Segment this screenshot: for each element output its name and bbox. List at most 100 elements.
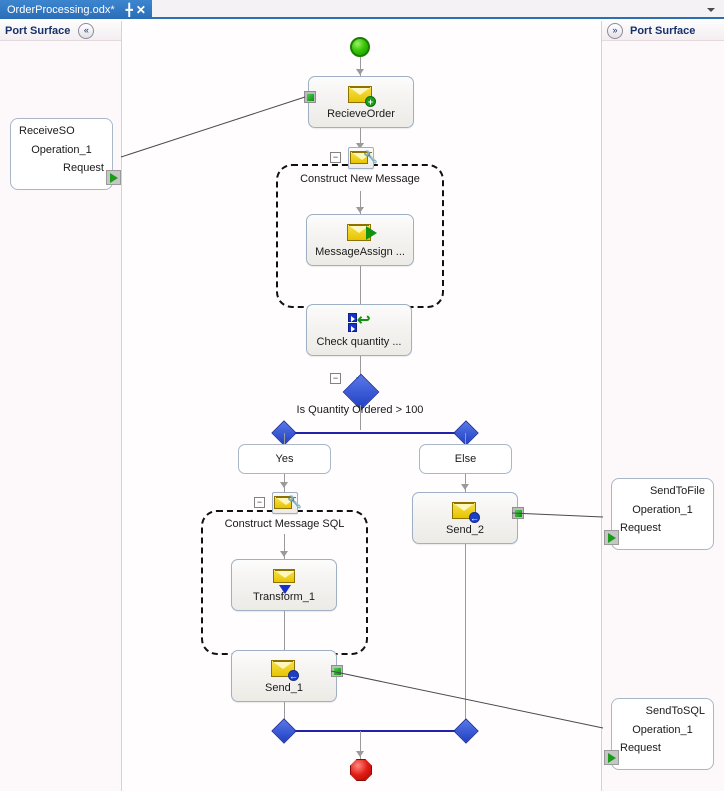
connector-arrow [461,484,469,490]
group-icon-construct-message-sql: 🔧 [272,492,302,514]
message-assignment-icon [347,223,377,243]
port-operation-send-to-file: Operation_1 [632,504,693,516]
port-name-receive-so: ReceiveSO [19,125,75,137]
port-shape-send-to-file[interactable]: SendToFile Operation_1 Request [611,478,714,550]
branch-bar [283,432,466,434]
chevron-down-glyph [707,8,715,12]
send-message-icon: ← [452,501,480,523]
port-arrow-glyph [607,532,616,543]
group-icon-construct-new-message: 🔧 [348,147,378,169]
shape-transform-1[interactable]: Transform_1 [231,559,337,611]
group-label-construct-message-sql: Construct Message SQL [224,518,345,530]
port-message-send-to-file: Request [620,522,661,534]
right-port-surface-panel: » Port Surface SendToFile Operation_1 Re… [601,21,724,791]
expand-right-panel-icon[interactable]: » [607,22,623,39]
branch-label-yes: Yes [275,453,294,465]
orchestration-canvas[interactable]: + RecieveOrder 🔧 − Construct New Message… [123,21,601,791]
receive-message-icon: + [348,85,376,107]
construct-message-icon: 🔧 [350,150,378,166]
expander-construct-message-sql[interactable]: − [254,497,265,508]
end-shape[interactable] [350,759,372,781]
port-arrow-glyph [607,752,616,763]
start-shape[interactable] [350,37,370,57]
right-panel-title: Port Surface [630,24,696,37]
shape-label: RecieveOrder [327,107,395,120]
shape-label: Check quantity ... [316,335,402,348]
port-connector-receive-order[interactable] [304,91,316,103]
tab-strip: OrderProcessing.odx* ╋ ✕ [0,0,724,19]
plus-badge-glyph: + [365,95,376,107]
port-connector-send-1[interactable] [331,665,343,677]
expander-construct-new-message[interactable]: − [330,152,341,163]
orchestration-designer-window: OrderProcessing.odx* ╋ ✕ Port Surface « … [0,0,724,791]
merge-diamond-left[interactable] [271,718,297,744]
branch-diamond-else[interactable] [453,420,479,446]
port-connector-send-2[interactable] [512,507,524,519]
merge-bar [283,730,466,732]
connector-arrow [280,551,288,557]
pin-icon[interactable]: ╋ [126,4,133,16]
wrench-glyph: 🔧 [287,495,302,509]
port-dot [514,509,522,517]
left-panel-body: ReceiveSO Operation_1 Request [0,41,121,791]
merge-diamond-right[interactable] [453,718,479,744]
port-connector-send-to-file[interactable] [604,530,619,545]
left-port-surface-panel: Port Surface « ReceiveSO Operation_1 Req… [0,21,122,791]
connector-arrow [280,482,288,488]
transform-icon [271,568,297,594]
right-panel-body: SendToFile Operation_1 Request SendToSQL… [602,41,724,791]
shape-label: Send_2 [446,523,484,536]
close-icon[interactable]: ✕ [136,4,146,16]
port-message-send-to-sql: Request [620,742,661,754]
branch-label-else: Else [454,453,477,465]
collapse-left-panel-icon[interactable]: « [78,22,95,39]
group-label-construct-new-message: Construct New Message [300,173,420,185]
connector-line [284,611,285,652]
shape-check-quantity[interactable]: ↩ Check quantity ... [306,304,412,356]
wrench-glyph: 🔧 [363,150,378,164]
port-operation-receive-so: Operation_1 [31,144,92,156]
envelope-glyph [273,568,296,583]
shape-send-1[interactable]: ← Send_1 [231,650,337,702]
shape-send-2[interactable]: ← Send_2 [412,492,518,544]
shape-label: MessageAssign ... [315,245,405,258]
green-arrow-glyph [366,225,377,240]
tab-label: OrderProcessing.odx* [7,3,115,16]
shape-receive-order[interactable]: + RecieveOrder [308,76,414,128]
port-shape-receive-so[interactable]: ReceiveSO Operation_1 Request [10,118,113,190]
connector-line [360,405,361,430]
port-dot [306,93,314,101]
construct-message-icon: 🔧 [274,495,302,511]
right-panel-header: » Port Surface [602,21,724,41]
port-name-send-to-sql: SendToSQL [645,705,705,717]
connector-arrow [356,751,364,757]
left-panel-title: Port Surface [5,24,71,37]
arrow-badge-glyph: ← [288,669,299,681]
expression-square-glyph [348,322,357,332]
send-message-icon: ← [271,659,299,681]
port-connector-receive-so[interactable] [106,170,121,185]
port-dot [333,667,341,675]
port-operation-send-to-sql: Operation_1 [632,724,693,736]
branch-box-else: Else [419,444,512,474]
arrow-badge-glyph: ← [469,511,480,523]
port-connector-send-to-sql[interactable] [604,750,619,765]
connector-arrow [356,207,364,213]
chevron-down-icon[interactable] [704,3,718,17]
port-arrow-glyph [109,172,118,183]
port-shape-send-to-sql[interactable]: SendToSQL Operation_1 Request [611,698,714,770]
shape-message-assignment[interactable]: MessageAssign ... [306,214,414,266]
left-panel-header: Port Surface « [0,21,121,41]
port-name-send-to-file: SendToFile [649,485,705,497]
connector-arrow [356,69,364,75]
loop-arrow-glyph: ↩ [357,311,371,329]
branch-box-yes: Yes [238,444,331,474]
expression-square-glyph [348,312,357,322]
port-message-receive-so: Request [63,162,104,174]
expander-decide[interactable]: − [330,373,341,384]
expression-icon: ↩ [346,311,372,333]
shape-label: Send_1 [265,681,303,694]
tab-order-processing[interactable]: OrderProcessing.odx* ╋ ✕ [0,0,152,19]
blue-down-arrow-glyph [279,584,291,594]
connector-line [465,544,466,730]
